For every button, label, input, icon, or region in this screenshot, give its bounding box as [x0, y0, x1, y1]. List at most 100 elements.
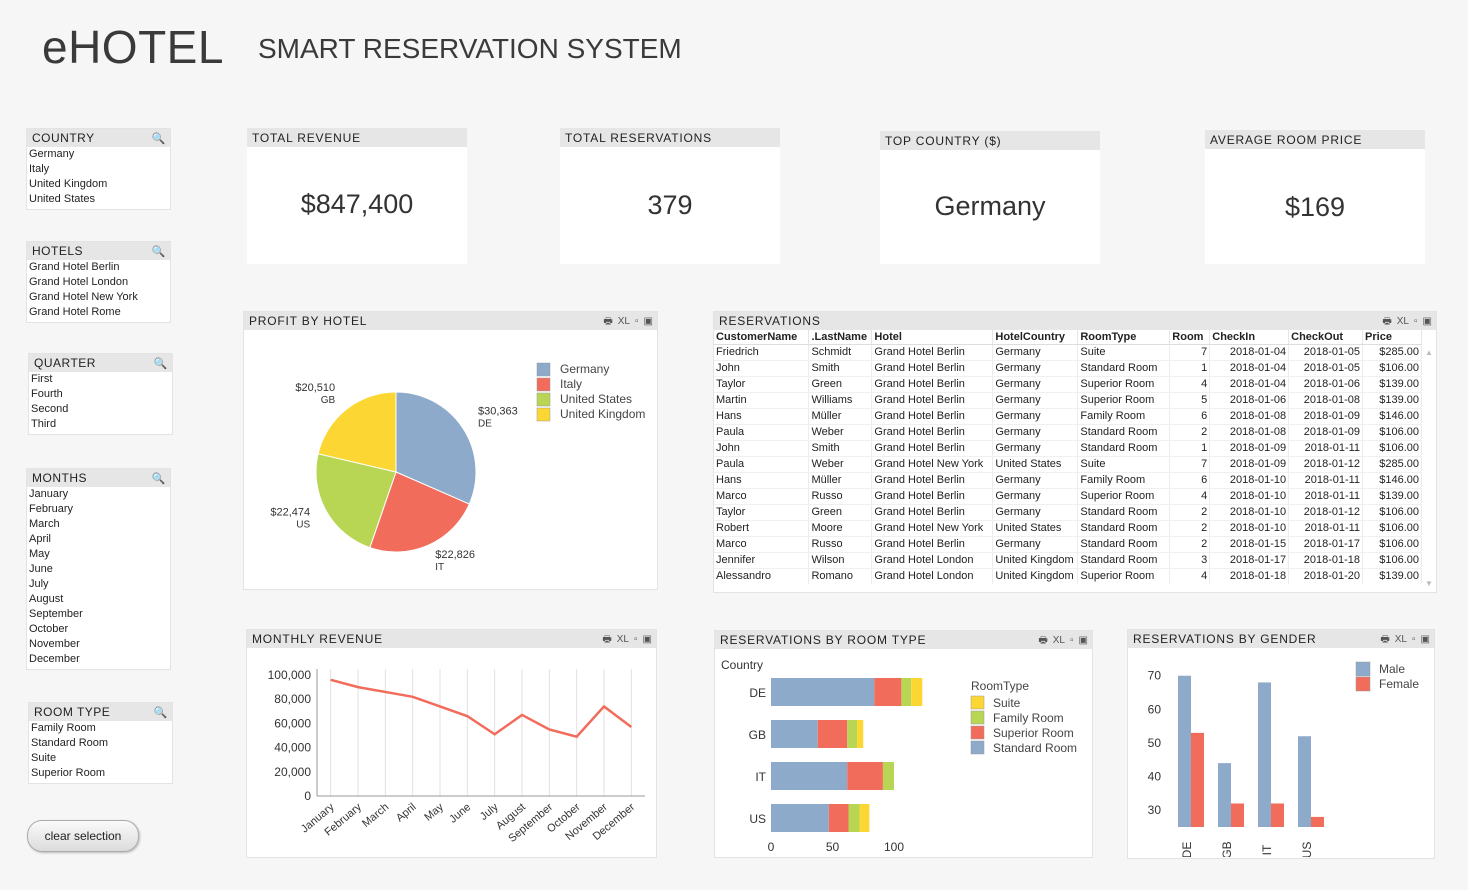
month-item[interactable]: September: [27, 607, 170, 622]
table-header-cell[interactable]: HotelCountry: [992, 330, 1079, 345]
table-row[interactable]: John Smith Grand Hotel Berlin Germany Standa…: [714, 360, 1422, 377]
table-row[interactable]: Hans Müller Grand Hotel Berlin Germany Famil…: [714, 472, 1422, 489]
table-header-cell[interactable]: Price: [1362, 330, 1422, 345]
table-row[interactable]: Martin Williams Grand Hotel Berlin Germany S…: [714, 392, 1422, 409]
table-row[interactable]: Paula Weber Grand Hotel New York United Sta…: [714, 456, 1422, 473]
table-cell: Germany: [992, 344, 1079, 361]
minimize-icon[interactable]: ▫: [1414, 316, 1418, 327]
minimize-icon[interactable]: ▫: [635, 316, 639, 327]
table-row[interactable]: Marco Russo Grand Hotel Berlin Germany Stand…: [714, 536, 1422, 553]
table-row[interactable]: Jennifer Wilson Grand Hotel London United K…: [714, 552, 1422, 569]
table-scrollbar[interactable]: ▲ ▼: [1424, 348, 1434, 588]
search-icon[interactable]: 🔍: [154, 704, 168, 723]
maximize-icon[interactable]: ▣: [644, 316, 653, 327]
table-cell: $146.00: [1362, 408, 1422, 425]
minimize-icon[interactable]: ▫: [1412, 634, 1416, 645]
minimize-icon[interactable]: ▫: [634, 634, 638, 645]
table-cell: Russo: [808, 536, 873, 553]
table-header-cell[interactable]: RoomType: [1077, 330, 1171, 345]
month-item[interactable]: February: [27, 502, 170, 517]
quarter-item[interactable]: Third: [29, 417, 172, 432]
table-row[interactable]: Paula Weber Grand Hotel Berlin Germany Stand…: [714, 424, 1422, 441]
table-cell: Superior Room: [1077, 392, 1171, 409]
table-cell: 2018-01-04: [1209, 376, 1290, 393]
clear-selection-button[interactable]: clear selection: [27, 820, 139, 852]
quarter-item[interactable]: Fourth: [29, 387, 172, 402]
minimize-icon[interactable]: ▫: [1070, 635, 1074, 646]
country-item[interactable]: Italy: [27, 162, 170, 177]
quarter-item[interactable]: First: [29, 372, 172, 387]
scroll-down-icon[interactable]: ▼: [1424, 579, 1434, 588]
roomtype-item[interactable]: Suite: [29, 751, 172, 766]
table-cell: 2018-01-10: [1209, 520, 1290, 537]
table-cell: Standard Room: [1077, 360, 1171, 377]
hotel-item[interactable]: Grand Hotel New York: [27, 290, 170, 305]
table-row[interactable]: Taylor Green Grand Hotel Berlin Germany Stan…: [714, 504, 1422, 521]
country-item[interactable]: United States: [27, 192, 170, 207]
maximize-icon[interactable]: ▣: [1423, 316, 1432, 327]
table-header-cell[interactable]: .LastName: [808, 330, 873, 345]
roomtype-item[interactable]: Superior Room: [29, 766, 172, 781]
country-item[interactable]: United Kingdom: [27, 177, 170, 192]
legend-swatch: [536, 407, 551, 422]
bar-segment: [771, 678, 875, 706]
kpi-total-revenue: TOTAL REVENUE $847,400: [247, 128, 467, 264]
month-item[interactable]: December: [27, 652, 170, 667]
search-icon[interactable]: 🔍: [152, 470, 166, 489]
search-icon[interactable]: 🔍: [152, 243, 166, 262]
print-icon[interactable]: 🖶: [1380, 634, 1389, 645]
search-icon[interactable]: 🔍: [154, 355, 168, 374]
hotel-item[interactable]: Grand Hotel Rome: [27, 305, 170, 320]
hotel-item[interactable]: Grand Hotel Berlin: [27, 260, 170, 275]
quarter-item[interactable]: Second: [29, 402, 172, 417]
excel-icon[interactable]: XL: [1053, 635, 1065, 646]
excel-icon[interactable]: XL: [618, 316, 630, 327]
month-item[interactable]: January: [27, 487, 170, 502]
table-row[interactable]: Hans Müller Grand Hotel Berlin Germany Famil…: [714, 408, 1422, 425]
table-header-cell[interactable]: CheckOut: [1288, 330, 1364, 345]
table-header-cell[interactable]: CustomerName: [714, 330, 810, 345]
maximize-icon[interactable]: ▣: [643, 634, 652, 645]
table-row[interactable]: Taylor Green Grand Hotel Berlin Germany Supe…: [714, 376, 1422, 393]
month-item[interactable]: August: [27, 592, 170, 607]
scroll-up-icon[interactable]: ▲: [1424, 348, 1434, 357]
table-cell: $139.00: [1362, 376, 1422, 393]
print-icon[interactable]: 🖶: [1382, 316, 1391, 327]
table-row[interactable]: Friedrich Schmidt Grand Hotel Berlin German…: [714, 344, 1422, 361]
table-row[interactable]: Robert Moore Grand Hotel New York United St…: [714, 520, 1422, 537]
search-icon[interactable]: 🔍: [152, 130, 166, 149]
print-icon[interactable]: 🖶: [1038, 635, 1047, 646]
table-row[interactable]: John Smith Grand Hotel Berlin Germany Standa…: [714, 440, 1422, 457]
print-icon[interactable]: 🖶: [602, 634, 611, 645]
roomtype-item[interactable]: Family Room: [29, 721, 172, 736]
y-tick-label: 70: [1148, 669, 1162, 683]
table-cell: Grand Hotel London: [871, 552, 994, 569]
x-tick-label: June: [447, 801, 473, 826]
table-cell: Family Room: [1077, 408, 1171, 425]
table-header-cell[interactable]: Room: [1169, 330, 1211, 345]
print-icon[interactable]: 🖶: [603, 316, 612, 327]
maximize-icon[interactable]: ▣: [1079, 635, 1088, 646]
excel-icon[interactable]: XL: [1397, 316, 1409, 327]
month-item[interactable]: June: [27, 562, 170, 577]
month-item[interactable]: April: [27, 532, 170, 547]
table-header-cell[interactable]: CheckIn: [1209, 330, 1290, 345]
excel-icon[interactable]: XL: [1395, 634, 1407, 645]
table-row[interactable]: Alessandro Romano Grand Hotel London United…: [714, 568, 1422, 584]
roomtype-item[interactable]: Standard Room: [29, 736, 172, 751]
excel-icon[interactable]: XL: [617, 634, 629, 645]
table-row[interactable]: Marco Russo Grand Hotel Berlin Germany Super…: [714, 488, 1422, 505]
table-header-cell[interactable]: Hotel: [871, 330, 994, 345]
table-cell: Wilson: [808, 552, 873, 569]
legend-label: United States: [560, 392, 632, 406]
country-item[interactable]: Germany: [27, 147, 170, 162]
maximize-icon[interactable]: ▣: [1421, 634, 1430, 645]
month-item[interactable]: November: [27, 637, 170, 652]
month-item[interactable]: March: [27, 517, 170, 532]
legend-swatch: [536, 362, 551, 377]
hotel-item[interactable]: Grand Hotel London: [27, 275, 170, 290]
month-item[interactable]: October: [27, 622, 170, 637]
bar: [1271, 803, 1284, 827]
month-item[interactable]: July: [27, 577, 170, 592]
month-item[interactable]: May: [27, 547, 170, 562]
